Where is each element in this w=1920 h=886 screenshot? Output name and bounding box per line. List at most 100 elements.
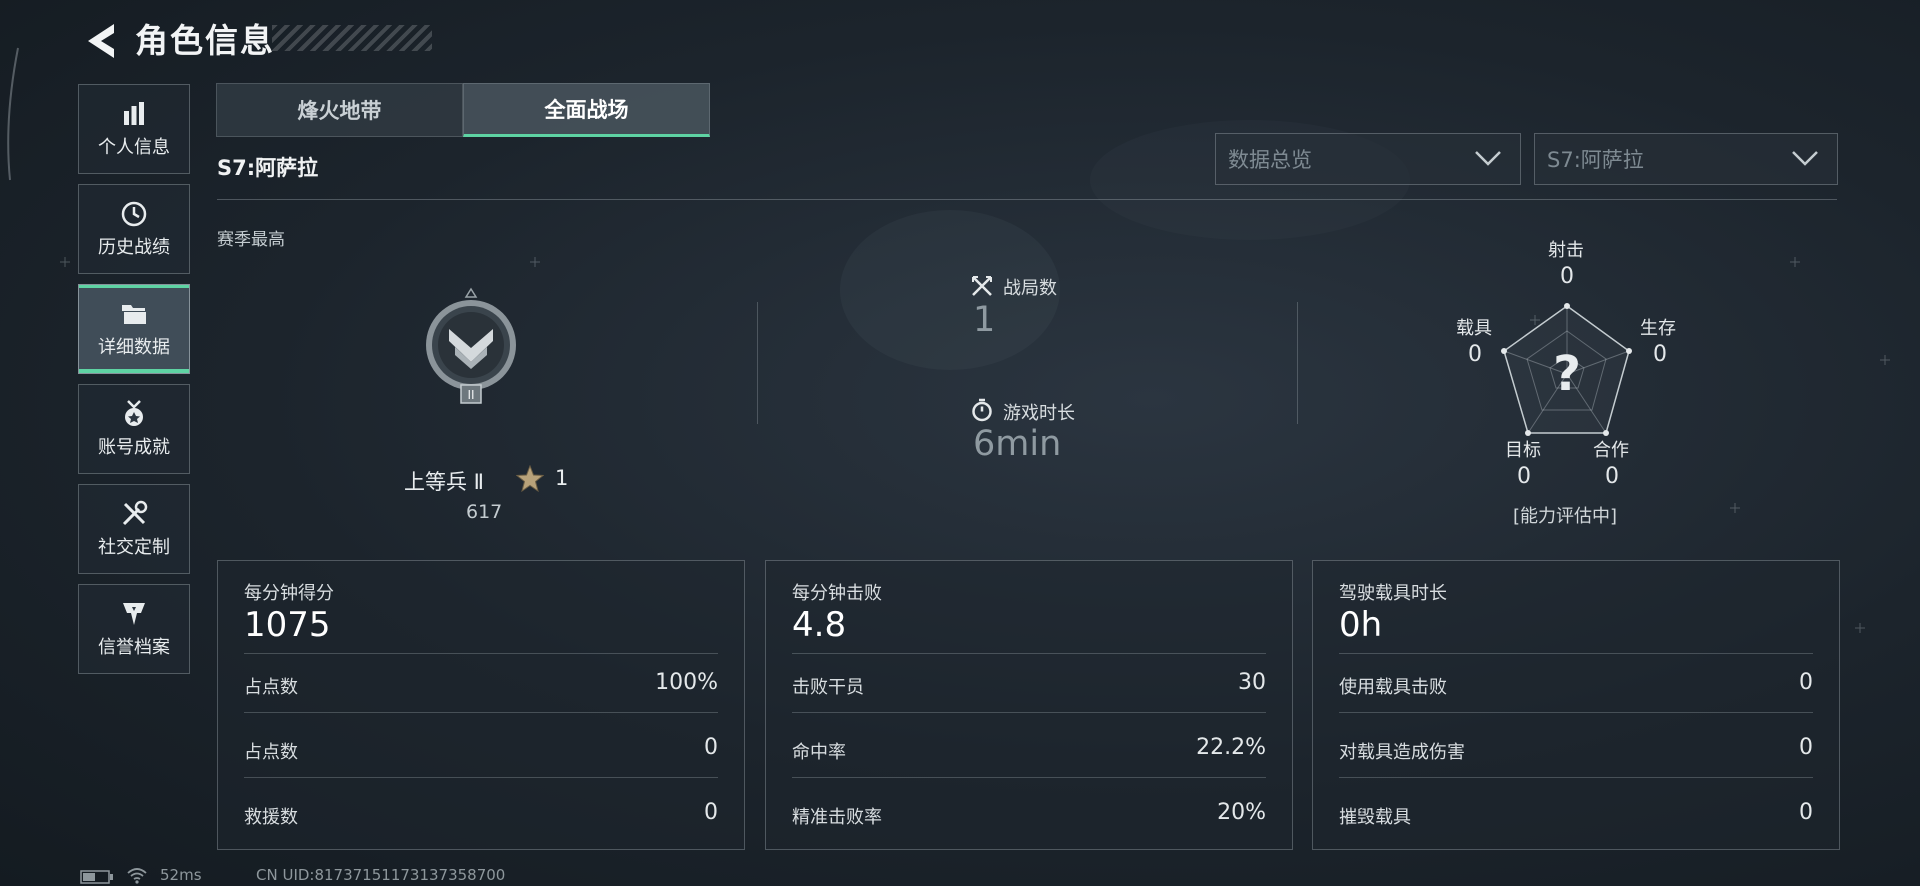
- uid-readout: CN UID:81737151173137358700: [256, 866, 506, 884]
- radar-label-objective: 目标: [1505, 440, 1541, 461]
- row-label: 占点数: [244, 742, 298, 763]
- row-label: 救援数: [244, 807, 298, 828]
- sidebar-item-label: 账号成就: [98, 437, 170, 458]
- sidebar-item-label: 个人信息: [98, 137, 170, 158]
- divider: [792, 777, 1266, 778]
- emblem-icon: [123, 603, 145, 625]
- rank-score: 617: [466, 501, 503, 523]
- divider: [757, 302, 758, 424]
- card-value: 4.8: [792, 605, 847, 645]
- view-dropdown[interactable]: 数据总览: [1215, 133, 1521, 185]
- row-value: 100%: [655, 670, 718, 695]
- star-icon: [516, 465, 544, 493]
- rank-badge-icon: II: [426, 287, 516, 404]
- sidebar-item-label: 详细数据: [98, 337, 170, 358]
- divider: [1339, 712, 1813, 713]
- mode-tabs: 烽火地带 全面战场: [216, 83, 710, 137]
- rank-tier-mark: II: [467, 388, 474, 402]
- radar-label-survival: 生存: [1640, 318, 1676, 339]
- divider: [217, 199, 1837, 200]
- playtime-value: 6min: [973, 424, 1062, 464]
- divider: [1339, 653, 1813, 654]
- playtime-label: 游戏时长: [1003, 403, 1075, 424]
- card-title: 每分钟得分: [244, 583, 334, 604]
- sidebar-item-personal-info[interactable]: 个人信息: [78, 84, 190, 174]
- chevron-down-icon: [1475, 151, 1501, 166]
- row-label: 占点数: [244, 677, 298, 698]
- radar-center-mark: ?: [1553, 346, 1581, 402]
- card-value: 0h: [1339, 605, 1383, 645]
- sidebar-item-reputation[interactable]: 信誉档案: [78, 584, 190, 674]
- matches-label: 战局数: [1003, 278, 1057, 299]
- rank-name: 上等兵 Ⅱ: [404, 470, 485, 494]
- history-clock-icon: [121, 201, 147, 227]
- medal-icon: [125, 400, 143, 426]
- sidebar-item-social[interactable]: 社交定制: [78, 484, 190, 574]
- row-value: 22.2%: [1196, 735, 1266, 760]
- radar-value-cooperation: 0: [1605, 464, 1619, 489]
- wifi-icon: [127, 868, 147, 884]
- row-value: 0: [1799, 800, 1813, 825]
- divider: [792, 712, 1266, 713]
- radar-value-survival: 0: [1653, 342, 1667, 367]
- crossed-swords-icon: [972, 276, 992, 296]
- row-label: 精准击败率: [792, 807, 882, 828]
- card-value: 1075: [244, 605, 331, 645]
- sidebar-item-achievements[interactable]: 账号成就: [78, 384, 190, 474]
- sidebar-item-history[interactable]: 历史战绩: [78, 184, 190, 274]
- radar-status: [能力评估中]: [1513, 506, 1618, 527]
- row-value: 0: [1799, 670, 1813, 695]
- row-value: 0: [704, 735, 718, 760]
- matches-value: 1: [973, 300, 996, 340]
- divider: [244, 712, 718, 713]
- sidebar-item-detailed-data[interactable]: 详细数据: [78, 284, 190, 374]
- back-arrow-icon[interactable]: [80, 18, 120, 64]
- sidebar-item-label: 信誉档案: [98, 637, 170, 658]
- stat-card-vehicle: 驾驶载具时长 0h 使用载具击败 0 对载具造成伤害 0 摧毁载具 0: [1312, 560, 1840, 850]
- bar-chart-icon: [124, 102, 144, 125]
- chevron-down-icon: [1792, 151, 1818, 166]
- title-stripes-decoration: [272, 25, 432, 51]
- row-value: 0: [704, 800, 718, 825]
- tab-warfare-zone[interactable]: 烽火地带: [216, 83, 463, 137]
- row-value: 20%: [1217, 800, 1266, 825]
- radar-value-objective: 0: [1517, 464, 1531, 489]
- row-label: 摧毁载具: [1339, 807, 1411, 828]
- stopwatch-icon: [972, 398, 992, 422]
- divider: [244, 653, 718, 654]
- season-name: S7:阿萨拉: [217, 156, 319, 180]
- radar-label-vehicle: 载具: [1456, 318, 1492, 339]
- sidebar-item-label: 社交定制: [98, 537, 170, 558]
- card-title: 每分钟击败: [792, 583, 882, 604]
- sidebar-item-label: 历史战绩: [98, 237, 170, 258]
- radar-label-shooting: 射击: [1548, 240, 1584, 261]
- row-label: 使用载具击败: [1339, 677, 1447, 698]
- season-best-label: 赛季最高: [217, 230, 285, 250]
- stat-card-kills: 每分钟击败 4.8 击败干员 30 命中率 22.2% 精准击败率 20%: [765, 560, 1293, 850]
- row-label: 命中率: [792, 742, 846, 763]
- divider: [1297, 302, 1298, 424]
- divider: [792, 653, 1266, 654]
- tools-icon: [122, 500, 148, 526]
- radar-value-shooting: 0: [1560, 264, 1574, 289]
- divider: [244, 777, 718, 778]
- row-value: 0: [1799, 735, 1813, 760]
- row-label: 对载具造成伤害: [1339, 742, 1465, 763]
- folder-icon: [122, 305, 146, 324]
- battery-icon: [80, 870, 113, 884]
- card-title: 驾驶载具时长: [1339, 583, 1447, 604]
- row-label: 击败干员: [792, 677, 864, 698]
- season-dropdown[interactable]: S7:阿萨拉: [1534, 133, 1838, 185]
- stat-card-score: 每分钟得分 1075 占点数 100% 占点数 0 救援数 0: [217, 560, 745, 850]
- rank-stars-count: 1: [555, 466, 569, 490]
- season-dropdown-value: S7:阿萨拉: [1547, 148, 1644, 172]
- ability-radar-chart: ?: [1501, 303, 1632, 436]
- page-title: 角色信息: [135, 21, 275, 60]
- radar-label-cooperation: 合作: [1593, 440, 1629, 461]
- view-dropdown-value: 数据总览: [1228, 148, 1312, 172]
- divider: [1339, 777, 1813, 778]
- row-value: 30: [1238, 670, 1266, 695]
- ping-readout: 52ms: [160, 866, 202, 884]
- radar-value-vehicle: 0: [1468, 342, 1482, 367]
- tab-full-battlefield[interactable]: 全面战场: [463, 83, 710, 137]
